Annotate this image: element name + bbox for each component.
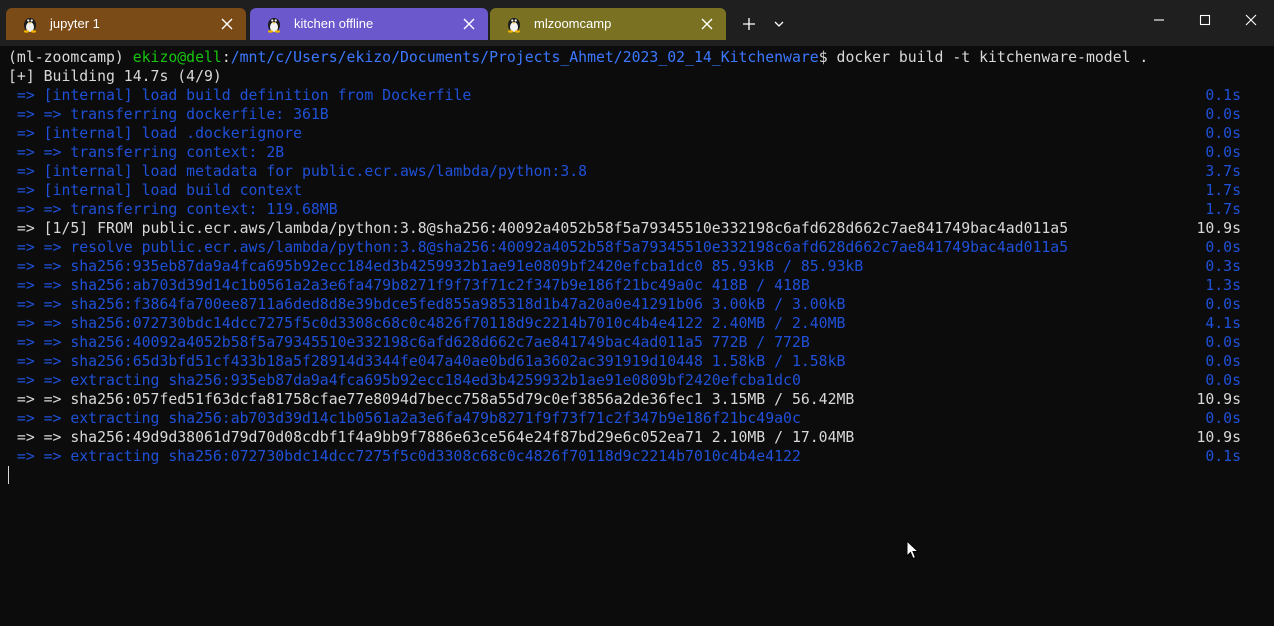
plus-icon bbox=[743, 18, 755, 30]
text-cursor bbox=[8, 466, 9, 484]
tab-label: jupyter 1 bbox=[50, 16, 100, 31]
terminal-window: jupyter 1 kitchen offline mlzoomcamp (ml… bbox=[0, 0, 1274, 626]
tab-bar: jupyter 1 kitchen offline mlzoomcamp bbox=[0, 0, 1274, 46]
build-step-line: => [internal] load build context 1.7s bbox=[8, 181, 1274, 200]
tab-mlzoomcamp[interactable]: mlzoomcamp bbox=[490, 8, 726, 40]
step-text: => => sha256:ab703d39d14c1b0561a2a3e6fa4… bbox=[8, 277, 810, 294]
step-duration: 3.7s bbox=[1205, 163, 1241, 180]
build-step-line: => => resolve public.ecr.aws/lambda/pyth… bbox=[8, 238, 1274, 257]
maximize-icon bbox=[1199, 14, 1211, 26]
minimize-icon bbox=[1154, 19, 1164, 21]
step-duration: 1.7s bbox=[1205, 201, 1241, 218]
step-text: => => extracting sha256:072730bdc14dcc72… bbox=[8, 448, 801, 465]
step-duration: 0.0s bbox=[1205, 334, 1241, 351]
mouse-pointer-icon bbox=[906, 540, 920, 560]
close-icon[interactable] bbox=[462, 17, 476, 31]
step-text: => => transferring context: 2B bbox=[8, 144, 285, 161]
build-step-line: => => transferring dockerfile: 361B 0.0s bbox=[8, 105, 1274, 124]
build-step-line: => => sha256:935eb87da9a4fca695b92ecc184… bbox=[8, 257, 1274, 276]
step-text: => => sha256:072730bdc14dcc7275f5c0d3308… bbox=[8, 315, 846, 332]
maximize-button[interactable] bbox=[1182, 0, 1228, 40]
build-status-line: [+] Building 14.7s (4/9) bbox=[8, 68, 222, 85]
prompt-symbol: $ bbox=[818, 49, 837, 66]
minimize-button[interactable] bbox=[1136, 0, 1182, 40]
step-duration: 10.9s bbox=[1196, 220, 1241, 237]
prompt-colon: : bbox=[221, 49, 231, 66]
build-step-line: => => sha256:ab703d39d14c1b0561a2a3e6fa4… bbox=[8, 276, 1274, 295]
build-step-line: => => sha256:072730bdc14dcc7275f5c0d3308… bbox=[8, 314, 1274, 333]
close-icon[interactable] bbox=[220, 17, 234, 31]
step-duration: 0.0s bbox=[1205, 106, 1241, 123]
close-icon bbox=[1245, 14, 1257, 26]
step-text: => => sha256:057fed51f63dcfa81758cfae77e… bbox=[8, 391, 855, 408]
build-step-line: => [internal] load metadata for public.e… bbox=[8, 162, 1274, 181]
tab-label: mlzoomcamp bbox=[534, 16, 612, 31]
build-step-line: => => transferring context: 119.68MB 1.7s bbox=[8, 200, 1274, 219]
build-step-line: => => sha256:f3864fa700ee8711a6ded8d8e39… bbox=[8, 295, 1274, 314]
step-text: => [internal] load build context bbox=[8, 182, 302, 199]
step-text: => [internal] load build definition from… bbox=[8, 87, 472, 104]
step-text: => => sha256:f3864fa700ee8711a6ded8d8e39… bbox=[8, 296, 846, 313]
step-duration: 0.1s bbox=[1205, 87, 1241, 104]
step-duration: 0.0s bbox=[1205, 239, 1241, 256]
tab-label: kitchen offline bbox=[294, 16, 374, 31]
step-text: => => sha256:49d9d38061d79d70d08cdbf1f4a… bbox=[8, 429, 855, 446]
command-prompt-line: (ml-zoomcamp) ekizo@dell:/mnt/c/Users/ek… bbox=[8, 48, 1274, 67]
command-text: docker build -t kitchenware-model . bbox=[836, 49, 1149, 66]
step-duration: 0.0s bbox=[1205, 353, 1241, 370]
step-duration: 0.0s bbox=[1205, 372, 1241, 389]
step-text: => [1/5] FROM public.ecr.aws/lambda/pyth… bbox=[8, 220, 1069, 237]
step-duration: 1.3s bbox=[1205, 277, 1241, 294]
build-step-line: => => sha256:49d9d38061d79d70d08cdbf1f4a… bbox=[8, 428, 1274, 447]
step-text: => [internal] load .dockerignore bbox=[8, 125, 302, 142]
step-text: => [internal] load metadata for public.e… bbox=[8, 163, 588, 180]
build-step-line: => => sha256:65d3bfd51cf433b18a5f28914d3… bbox=[8, 352, 1274, 371]
step-duration: 0.0s bbox=[1205, 125, 1241, 142]
step-duration: 0.3s bbox=[1205, 258, 1241, 275]
working-directory: /mnt/c/Users/ekizo/Documents/Projects_Ah… bbox=[230, 49, 819, 66]
build-step-line: => => extracting sha256:072730bdc14dcc72… bbox=[8, 447, 1274, 466]
user-host: ekizo@dell bbox=[132, 49, 222, 66]
build-step-line: => [internal] load build definition from… bbox=[8, 86, 1274, 105]
step-duration: 10.9s bbox=[1196, 391, 1241, 408]
step-text: => => resolve public.ecr.aws/lambda/pyth… bbox=[8, 239, 1069, 256]
step-text: => => transferring dockerfile: 361B bbox=[8, 106, 329, 123]
build-step-line: => => sha256:40092a4052b58f5a79345510e33… bbox=[8, 333, 1274, 352]
conda-env: (ml-zoomcamp) bbox=[8, 49, 133, 66]
linux-penguin-icon bbox=[507, 18, 521, 33]
tab-dropdown-button[interactable] bbox=[765, 10, 793, 38]
step-duration: 0.1s bbox=[1205, 448, 1241, 465]
close-icon[interactable] bbox=[700, 17, 714, 31]
step-duration: 0.0s bbox=[1205, 296, 1241, 313]
build-step-line: => => sha256:057fed51f63dcfa81758cfae77e… bbox=[8, 390, 1274, 409]
step-duration: 0.0s bbox=[1205, 144, 1241, 161]
tab-jupyter-1[interactable]: jupyter 1 bbox=[6, 8, 246, 40]
new-tab-button[interactable] bbox=[735, 10, 763, 38]
chevron-down-icon bbox=[774, 21, 784, 27]
tab-kitchen-offline[interactable]: kitchen offline bbox=[250, 8, 488, 40]
terminal-output[interactable]: (ml-zoomcamp) ekizo@dell:/mnt/c/Users/ek… bbox=[0, 46, 1274, 626]
build-step-line: => [internal] load .dockerignore 0.0s bbox=[8, 124, 1274, 143]
step-duration: 10.9s bbox=[1196, 429, 1241, 446]
linux-penguin-icon bbox=[267, 18, 281, 33]
step-text: => => extracting sha256:ab703d39d14c1b05… bbox=[8, 410, 801, 427]
step-duration: 1.7s bbox=[1205, 182, 1241, 199]
build-step-line: => [1/5] FROM public.ecr.aws/lambda/pyth… bbox=[8, 219, 1274, 238]
step-text: => => transferring context: 119.68MB bbox=[8, 201, 338, 218]
close-window-button[interactable] bbox=[1228, 0, 1274, 40]
step-duration: 0.0s bbox=[1205, 410, 1241, 427]
step-text: => => sha256:40092a4052b58f5a79345510e33… bbox=[8, 334, 810, 351]
step-text: => => sha256:65d3bfd51cf433b18a5f28914d3… bbox=[8, 353, 846, 370]
build-step-line: => => extracting sha256:935eb87da9a4fca6… bbox=[8, 371, 1274, 390]
step-text: => => sha256:935eb87da9a4fca695b92ecc184… bbox=[8, 258, 864, 275]
linux-penguin-icon bbox=[23, 18, 37, 33]
step-duration: 4.1s bbox=[1205, 315, 1241, 332]
build-step-line: => => extracting sha256:ab703d39d14c1b05… bbox=[8, 409, 1274, 428]
step-text: => => extracting sha256:935eb87da9a4fca6… bbox=[8, 372, 801, 389]
build-step-line: => => transferring context: 2B 0.0s bbox=[8, 143, 1274, 162]
